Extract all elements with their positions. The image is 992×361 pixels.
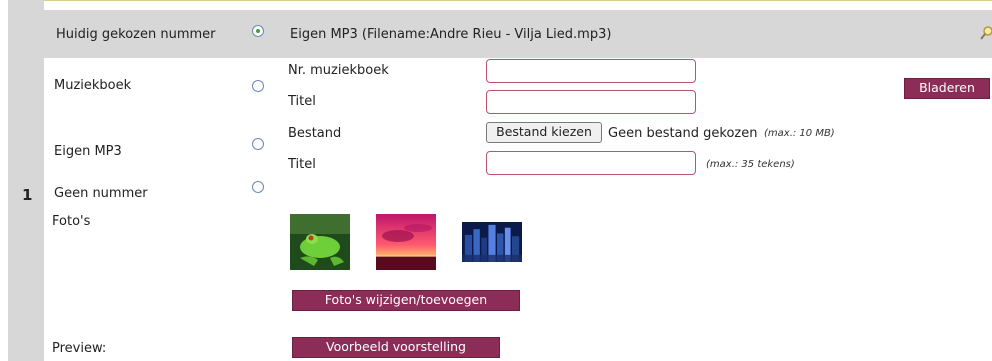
frog-photo-thumbnail[interactable] [290,214,350,270]
magnifier-icon[interactable] [980,24,992,42]
no-file-chosen-text: Geen bestand gekozen [608,126,758,141]
option-geen-nummer-radio[interactable] [252,181,264,193]
frame-top-border [8,0,992,1]
current-selection-radio [252,25,264,37]
voorbeeld-voorstelling-button[interactable]: Voorbeeld voorstelling [292,337,500,358]
file-size-hint: (max.: 10 MB) [764,128,835,139]
option-muziekboek-label: Muziekboek [54,78,132,93]
city-night-photo-thumbnail[interactable] [462,214,522,270]
nr-muziekboek-label: Nr. muziekboek [288,63,389,78]
fotos-label: Foto's [52,214,91,229]
bestand-label: Bestand [288,126,342,141]
current-selection-value: Eigen MP3 (Filename:Andre Rieu - Vilja L… [290,27,612,42]
muziekboek-titel-label: Titel [288,94,316,109]
sunset-photo-thumbnail[interactable] [376,214,436,270]
nr-muziekboek-input[interactable] [486,59,696,83]
bladeren-button[interactable]: Bladeren [904,78,990,99]
option-geen-nummer-label: Geen nummer [54,186,148,201]
mp3-titel-input[interactable] [486,151,696,175]
bestand-kiezen-button[interactable]: Bestand kiezen [486,122,602,143]
option-eigen-mp3-label: Eigen MP3 [54,144,122,159]
preview-label: Preview: [52,341,107,356]
option-muziekboek-radio[interactable] [252,80,264,92]
row-number: 1 [22,186,33,204]
option-eigen-mp3-radio[interactable] [252,138,264,150]
titel-length-hint: (max.: 35 tekens) [706,159,795,170]
current-selection-label: Huidig gekozen nummer [56,27,216,42]
muziekboek-titel-input[interactable] [486,90,696,114]
fotos-wijzigen-button[interactable]: Foto's wijzigen/toevoegen [292,290,520,311]
mp3-titel-label: Titel [288,157,316,172]
row-number-column [8,0,44,361]
